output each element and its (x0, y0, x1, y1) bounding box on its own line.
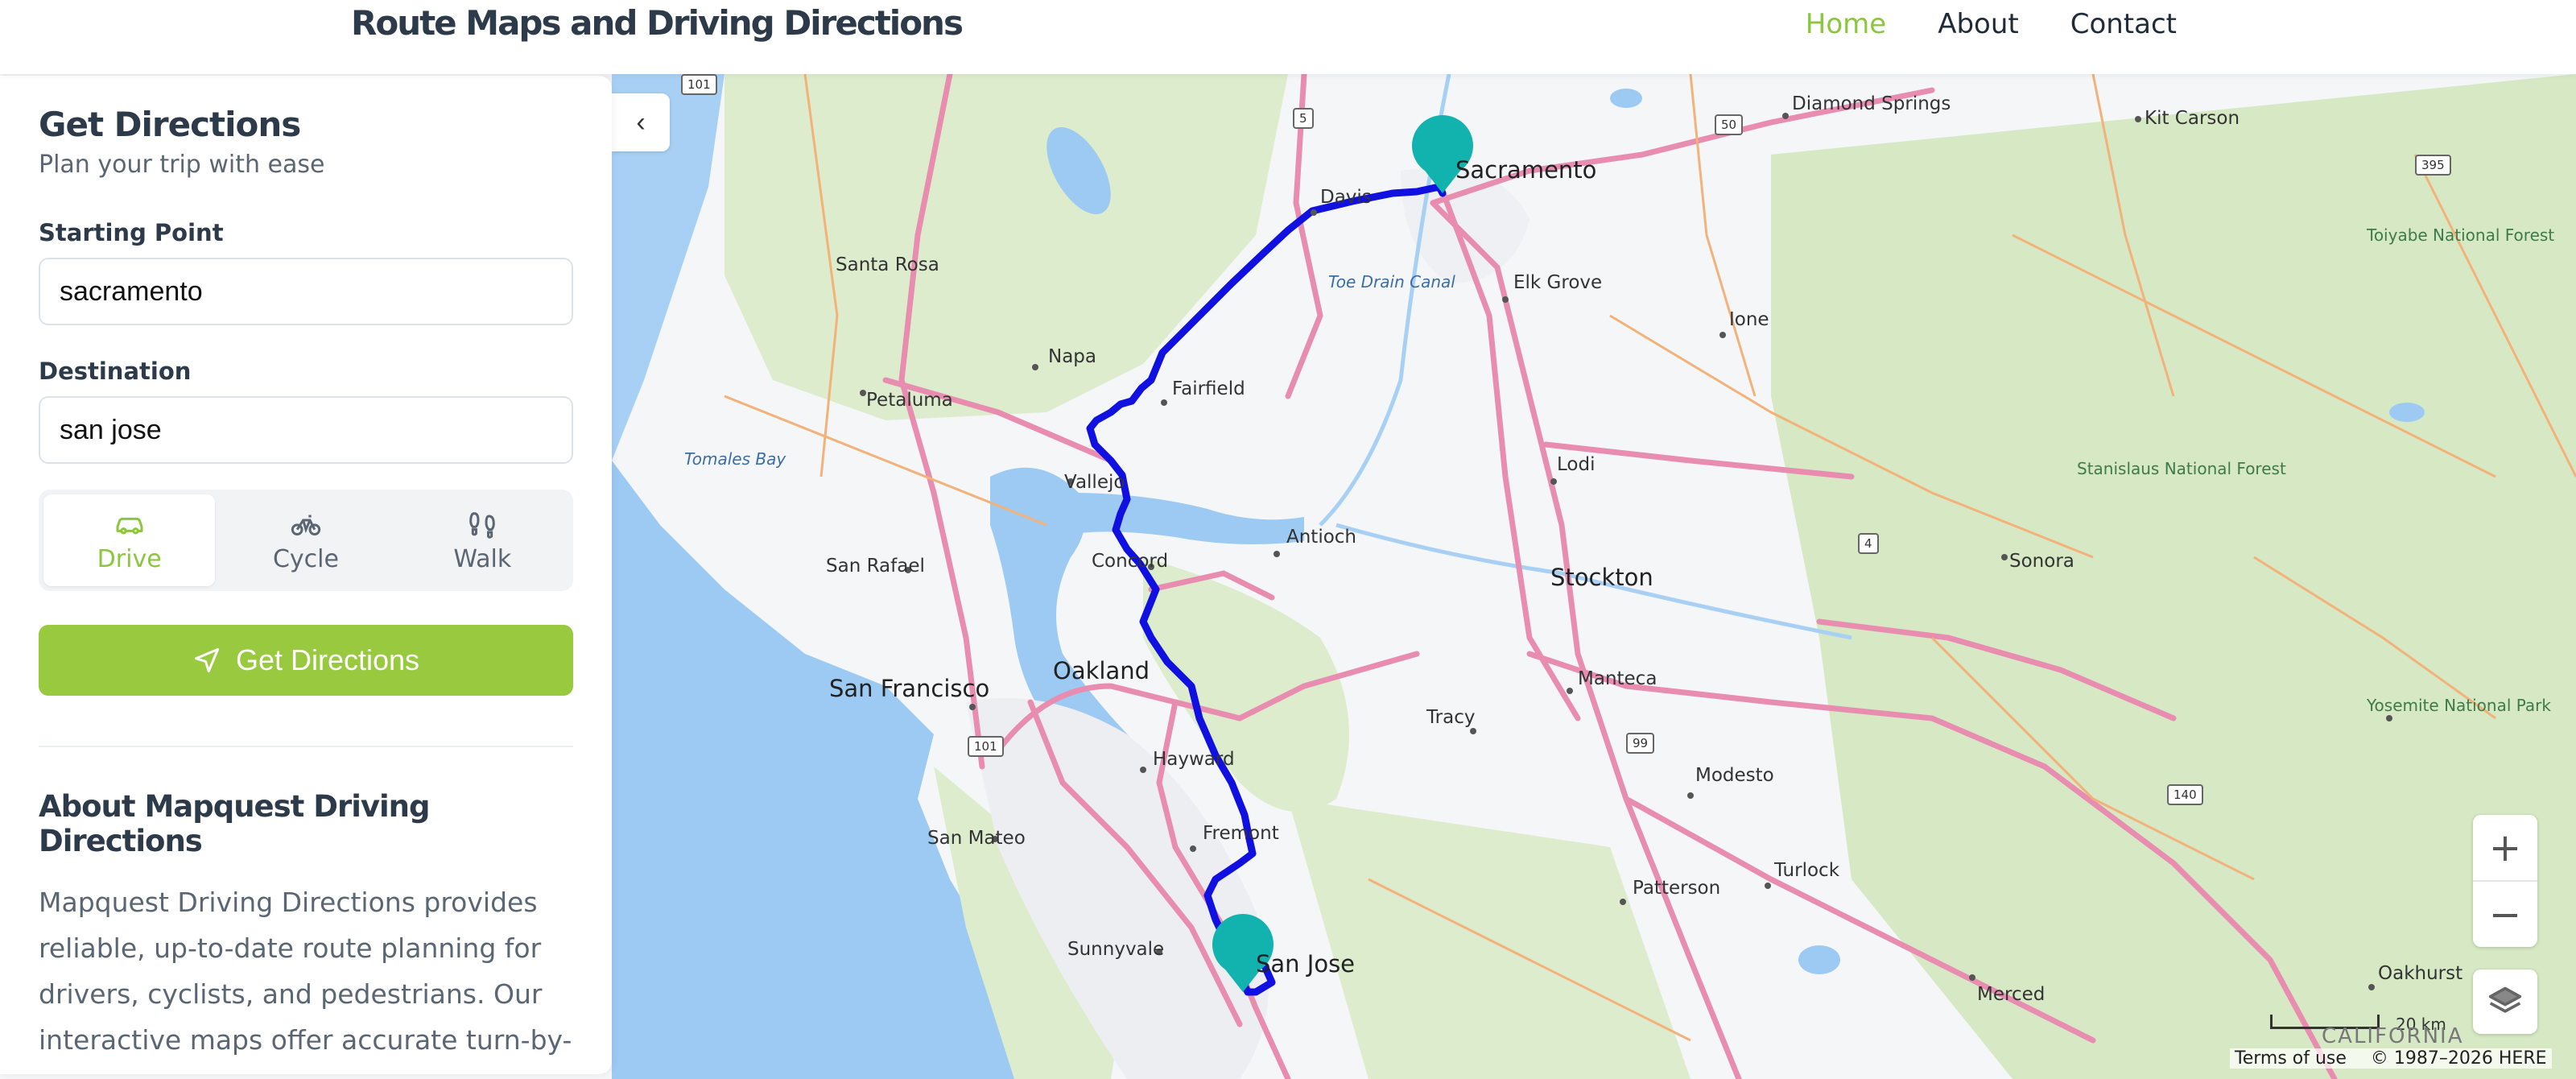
map-label-merced: Merced (1977, 984, 2046, 1005)
highway-shield-sr4: 4 (1858, 533, 1879, 554)
map-label-modesto: Modesto (1695, 765, 1774, 786)
zoom-in-button[interactable]: + (2473, 815, 2537, 882)
collapse-sidebar-button[interactable]: ‹ (612, 93, 670, 151)
map-attribution: Terms of use © 1987–2026 HERE (2230, 1048, 2552, 1069)
map-label-san-francisco: San Francisco (829, 675, 990, 702)
map-label-turlock: Turlock (1774, 860, 1840, 881)
about-title: About Mapquest Driving Directions (39, 789, 431, 858)
navigation-arrow-icon (194, 648, 219, 672)
map-label-sunnyvale: Sunnyvale (1067, 939, 1165, 960)
map-label-sacramento: Sacramento (1455, 156, 1597, 184)
layers-button[interactable] (2473, 969, 2537, 1034)
map-label-san-rafael: San Rafael (826, 556, 925, 577)
map-label-tomales-bay: Tomales Bay (684, 449, 786, 469)
map-label-vallejo: Vallejo (1064, 472, 1125, 493)
map-label-elk-grove: Elk Grove (1513, 272, 1603, 293)
map-label-lodi: Lodi (1557, 454, 1596, 475)
highway-shield-us50: 50 (1715, 114, 1744, 135)
destination-label: Destination (39, 358, 192, 385)
map-label-petaluma: Petaluma (866, 390, 953, 411)
section-divider (39, 746, 573, 747)
get-directions-label: Get Directions (235, 643, 420, 676)
nav-contact-link[interactable]: Contact (2070, 8, 2177, 40)
site-title: Route Maps and Driving Directions (351, 3, 964, 43)
main-nav: Home About Contact (1806, 8, 2177, 40)
footprints-icon (469, 511, 496, 539)
map-label-toe-drain: Toe Drain Canal (1328, 272, 1455, 291)
travel-mode-selector: Drive Cycle Walk (39, 490, 573, 591)
directions-panel: Get Directions Plan your trip with ease … (0, 76, 612, 1074)
map-label-fairfield: Fairfield (1172, 378, 1245, 399)
terms-of-use-link[interactable]: Terms of use (2235, 1048, 2347, 1069)
car-icon (116, 517, 143, 534)
map-label-santa-rosa: Santa Rosa (836, 254, 939, 275)
mode-walk-label: Walk (453, 544, 512, 573)
zoom-control: + − (2473, 815, 2537, 947)
highway-shield-sr140: 140 (2167, 784, 2203, 805)
map-label-stockton: Stockton (1550, 564, 1653, 591)
map-label-diamond-springs: Diamond Springs (1792, 93, 1951, 114)
map-label-sonora: Sonora (2009, 551, 2074, 572)
bicycle-icon (291, 515, 321, 535)
highway-shield-us101-north: 101 (681, 74, 717, 95)
map-label-concord: Concord (1092, 551, 1169, 572)
mode-drive-label: Drive (97, 544, 162, 573)
highway-shield-i5: 5 (1293, 108, 1314, 129)
highway-shield-us395: 395 (2415, 155, 2451, 176)
suisun-bay (1071, 493, 1304, 544)
ocean-west (612, 461, 1014, 1079)
map-region-label: CALIFORNIA (2322, 1024, 2464, 1048)
get-directions-button[interactable]: Get Directions (39, 625, 573, 696)
chevron-left-icon: ‹ (636, 106, 646, 138)
map-label-san-jose: San Jose (1256, 950, 1356, 978)
panel-title: Get Directions (39, 105, 301, 144)
nav-home-link[interactable]: Home (1806, 8, 1886, 40)
map-label-san-mateo: San Mateo (927, 828, 1026, 849)
map-label-tracy: Tracy (1426, 707, 1476, 728)
map-label-yosemite: Yosemite National Park (2367, 696, 2551, 715)
nav-about-link[interactable]: About (1938, 8, 2019, 40)
map-label-hayward: Hayward (1153, 749, 1235, 770)
panel-subtitle: Plan your trip with ease (39, 151, 325, 179)
map-label-patterson: Patterson (1633, 878, 1721, 899)
mode-cycle-button[interactable]: Cycle (220, 494, 391, 586)
mode-drive-button[interactable]: Drive (43, 494, 216, 586)
map-label-kit-carson: Kit Carson (2145, 108, 2240, 129)
map-label-oakland: Oakland (1053, 657, 1150, 684)
map-label-ione: Ione (1729, 309, 1769, 330)
map-label-napa: Napa (1048, 346, 1096, 367)
starting-point-input[interactable] (39, 258, 573, 325)
site-header: Route Maps and Driving Directions Home A… (0, 0, 2576, 74)
layers-icon (2488, 986, 2522, 1013)
copyright-text: © 1987–2026 HERE (2370, 1048, 2547, 1069)
zoom-out-button[interactable]: − (2473, 882, 2537, 947)
mode-cycle-label: Cycle (272, 544, 339, 573)
destination-input[interactable] (39, 396, 573, 464)
highway-shield-us101-south: 101 (968, 736, 1004, 757)
about-text: Mapquest Driving Directions provides rel… (39, 887, 572, 1074)
map-label-toiyabe: Toiyabe National Forest (2367, 225, 2555, 245)
green-north (724, 74, 1288, 420)
map-label-antioch: Antioch (1286, 527, 1357, 548)
map-label-manteca: Manteca (1578, 668, 1657, 689)
starting-point-label: Starting Point (39, 219, 224, 246)
highway-shield-sr99: 99 (1626, 733, 1655, 754)
map-label-oakhurst: Oakhurst (2378, 963, 2463, 984)
map-label-fremont: Fremont (1203, 823, 1279, 844)
mode-walk-button[interactable]: Walk (397, 494, 568, 586)
map-label-davis: Davis (1320, 187, 1372, 208)
map-label-stanislaus: Stanislaus National Forest (2077, 459, 2286, 478)
